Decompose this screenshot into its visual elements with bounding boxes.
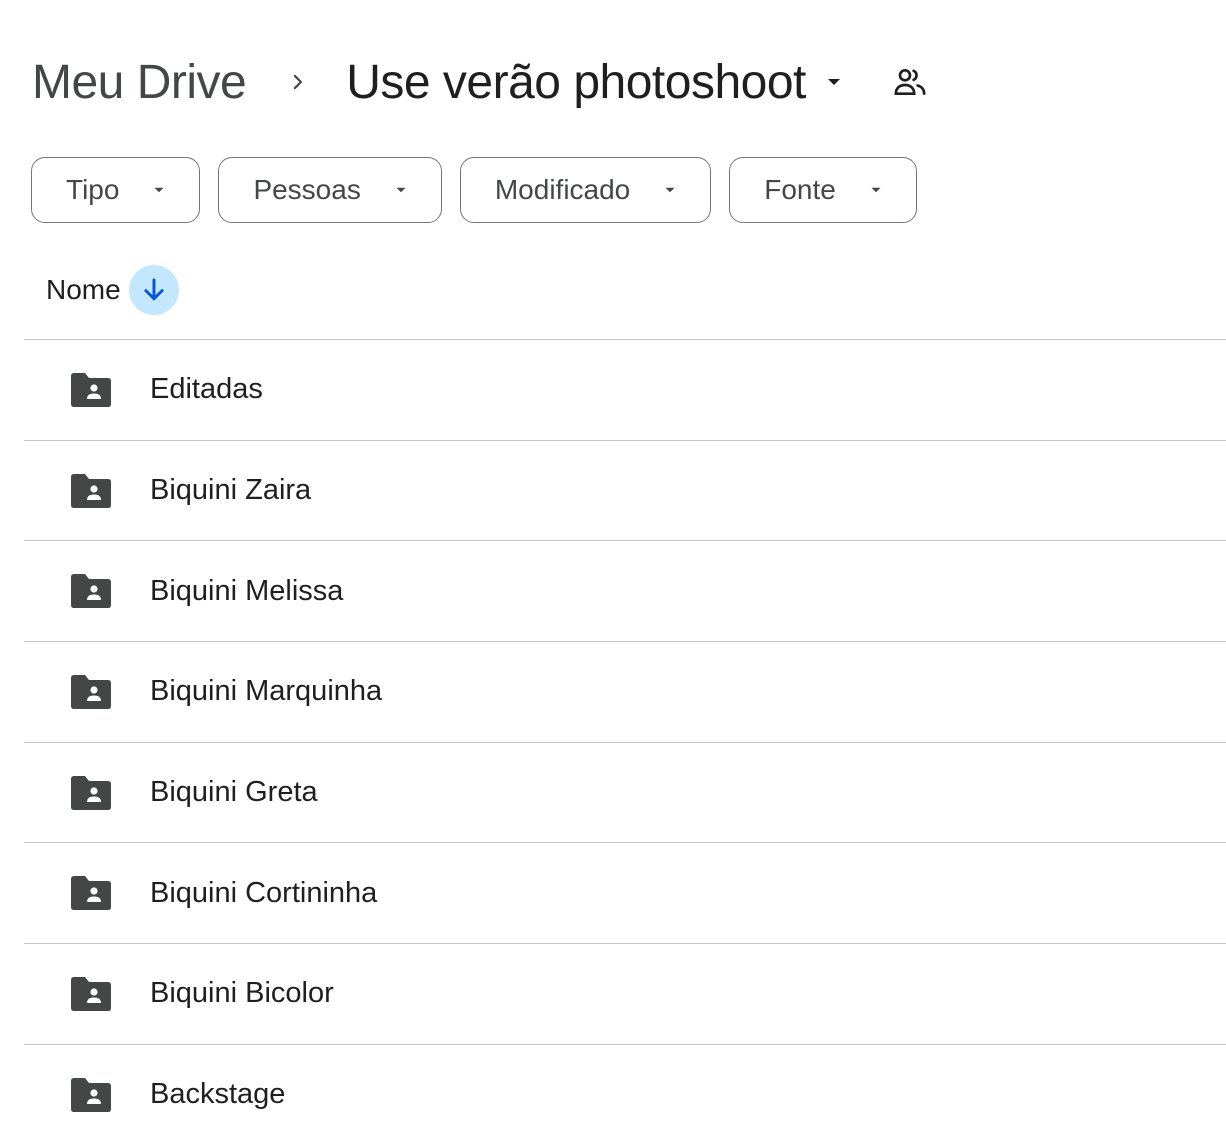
filter-chip-label: Pessoas (253, 174, 361, 205)
list-item[interactable]: Editadas (24, 339, 1226, 440)
file-name: Biquini Bicolor (150, 977, 334, 1010)
shared-folder-icon (68, 672, 114, 712)
filter-chip-fonte[interactable]: Fonte (729, 157, 917, 223)
breadcrumb: Meu Drive Use verão photoshoot (32, 46, 932, 118)
filter-chip-label: Modificado (494, 174, 631, 205)
arrow-drop-down-icon (147, 178, 171, 202)
shared-folder-icon (68, 1075, 114, 1115)
sort-direction-button[interactable] (128, 265, 179, 315)
file-name: Biquini Zaira (150, 474, 312, 507)
file-name: Biquini Marquinha (150, 675, 383, 708)
arrow-drop-down-icon (658, 178, 682, 202)
filter-chip-pessoas[interactable]: Pessoas (218, 157, 442, 223)
people-icon[interactable] (888, 60, 932, 104)
shared-folder-icon (68, 370, 114, 410)
list-item[interactable]: Biquini Zaira (24, 439, 1226, 541)
file-name: Biquini Melissa (150, 574, 344, 607)
arrow-down-icon (144, 278, 164, 301)
breadcrumb-root-meu-drive[interactable]: Meu Drive (32, 55, 250, 110)
list-item[interactable]: Biquini Greta (24, 741, 1226, 843)
shared-folder-icon (68, 974, 114, 1014)
arrow-drop-down-icon (389, 178, 413, 202)
arrow-drop-down-icon (864, 178, 888, 202)
list-item[interactable]: Biquini Cortininha (24, 842, 1226, 943)
shared-folder-icon (68, 571, 114, 611)
sort-header: Nome (46, 262, 179, 318)
shared-folder-icon (68, 471, 114, 511)
file-name: Backstage (150, 1078, 286, 1111)
breadcrumb-current-folder[interactable]: Use verão photoshoot (338, 55, 860, 110)
filter-chip-label: Fonte (764, 174, 836, 205)
filter-chip-tipo[interactable]: Tipo (31, 157, 201, 223)
list-item[interactable]: Backstage (24, 1043, 1226, 1145)
shared-folder-icon (68, 873, 114, 913)
filter-chips: Tipo Pessoas Modificado Fonte (31, 157, 917, 223)
chevron-right-icon (250, 46, 346, 118)
shared-folder-icon (68, 773, 114, 813)
sort-by-name-label[interactable]: Nome (46, 274, 121, 306)
filter-chip-label: Tipo (66, 174, 120, 205)
arrow-drop-down-icon (814, 62, 854, 102)
current-folder-title: Use verão photoshoot (346, 55, 806, 109)
file-name: Biquini Cortininha (150, 876, 378, 909)
file-name: Editadas (150, 373, 263, 406)
filter-chip-modificado[interactable]: Modificado (459, 157, 712, 223)
list-item[interactable]: Biquini Bicolor (24, 943, 1226, 1044)
file-name: Biquini Greta (150, 776, 318, 809)
list-item[interactable]: Biquini Marquinha (24, 641, 1226, 742)
list-item[interactable]: Biquini Melissa (24, 540, 1226, 641)
file-list: Editadas Biquini Zaira Biquini Melissa B… (24, 339, 1226, 1145)
